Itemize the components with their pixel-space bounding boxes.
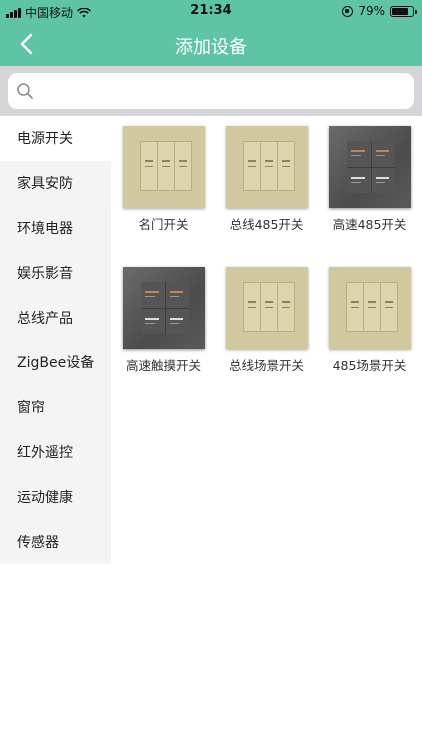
- device-label: 总线场景开关: [228, 358, 304, 373]
- sidebar-item-7[interactable]: 红外遥控: [0, 430, 111, 475]
- switch-panel-image: [226, 267, 308, 349]
- status-right: 79%: [342, 4, 417, 18]
- device-card[interactable]: 总线场景开关: [215, 257, 318, 398]
- switch-panel-image: [123, 126, 205, 208]
- category-sidebar: 电源开关家具安防环境电器娱乐影音总线产品 ZigBee设备 窗帘红外遥控运动健康传感…: [0, 116, 111, 564]
- sidebar-item-label: 窗帘: [17, 400, 45, 417]
- device-card[interactable]: 总线485开关: [215, 116, 318, 257]
- sidebar-item-9[interactable]: 传感器: [0, 519, 111, 564]
- rotation-lock-icon: [342, 5, 354, 17]
- device-label: 高速485开关: [332, 217, 407, 232]
- sidebar-item-label: ZigBee设备: [17, 355, 95, 372]
- switch-panel-image: [226, 126, 308, 208]
- device-label: 总线485开关: [229, 217, 304, 232]
- search-box[interactable]: [8, 73, 414, 109]
- search-input[interactable]: [40, 76, 414, 106]
- sidebar-item-2[interactable]: 环境电器: [0, 206, 111, 251]
- status-bar: 中国移动 21:34 79%: [0, 0, 422, 22]
- sidebar-item-label: 总线产品: [17, 310, 73, 327]
- battery-icon: [390, 5, 417, 17]
- search-area: [0, 66, 422, 116]
- sidebar-item-label: 运动健康: [17, 489, 73, 506]
- sidebar-item-0[interactable]: 电源开关: [0, 116, 111, 161]
- sidebar-item-8[interactable]: 运动健康: [0, 474, 111, 519]
- switch-panel-image: [329, 267, 411, 349]
- sidebar-item-label: 红外遥控: [17, 444, 73, 461]
- sidebar-item-label: 电源开关: [17, 131, 73, 148]
- nav-bar: 添加设备: [0, 22, 422, 66]
- sidebar-item-label: 环境电器: [17, 220, 73, 237]
- page-title: 添加设备: [175, 37, 247, 58]
- sidebar-item-6[interactable]: 窗帘: [0, 385, 111, 430]
- battery-percent: 79%: [358, 4, 385, 18]
- device-card[interactable]: 名门开关: [112, 116, 215, 257]
- device-label: 名门开关: [138, 217, 189, 232]
- search-icon: [17, 83, 33, 99]
- device-card[interactable]: 485场景开关: [318, 257, 421, 398]
- sidebar-item-3[interactable]: 娱乐影音: [0, 250, 111, 295]
- device-label: 高速触摸开关: [125, 358, 201, 373]
- sidebar-item-5[interactable]: ZigBee设备: [0, 340, 111, 385]
- switch-panel-image: [123, 267, 205, 349]
- sidebar-item-4[interactable]: 总线产品: [0, 295, 111, 340]
- device-card[interactable]: 高速触摸开关: [112, 257, 215, 398]
- sidebar-item-label: 传感器: [17, 534, 59, 551]
- device-card[interactable]: 高速485开关: [318, 116, 421, 257]
- sidebar-item-label: 娱乐影音: [17, 265, 73, 282]
- sidebar-item-label: 家具安防: [17, 176, 73, 193]
- sidebar-item-1[interactable]: 家具安防: [0, 161, 111, 206]
- switch-panel-image: [329, 126, 411, 208]
- battery-fill: [392, 7, 408, 15]
- device-label: 485场景开关: [332, 358, 407, 373]
